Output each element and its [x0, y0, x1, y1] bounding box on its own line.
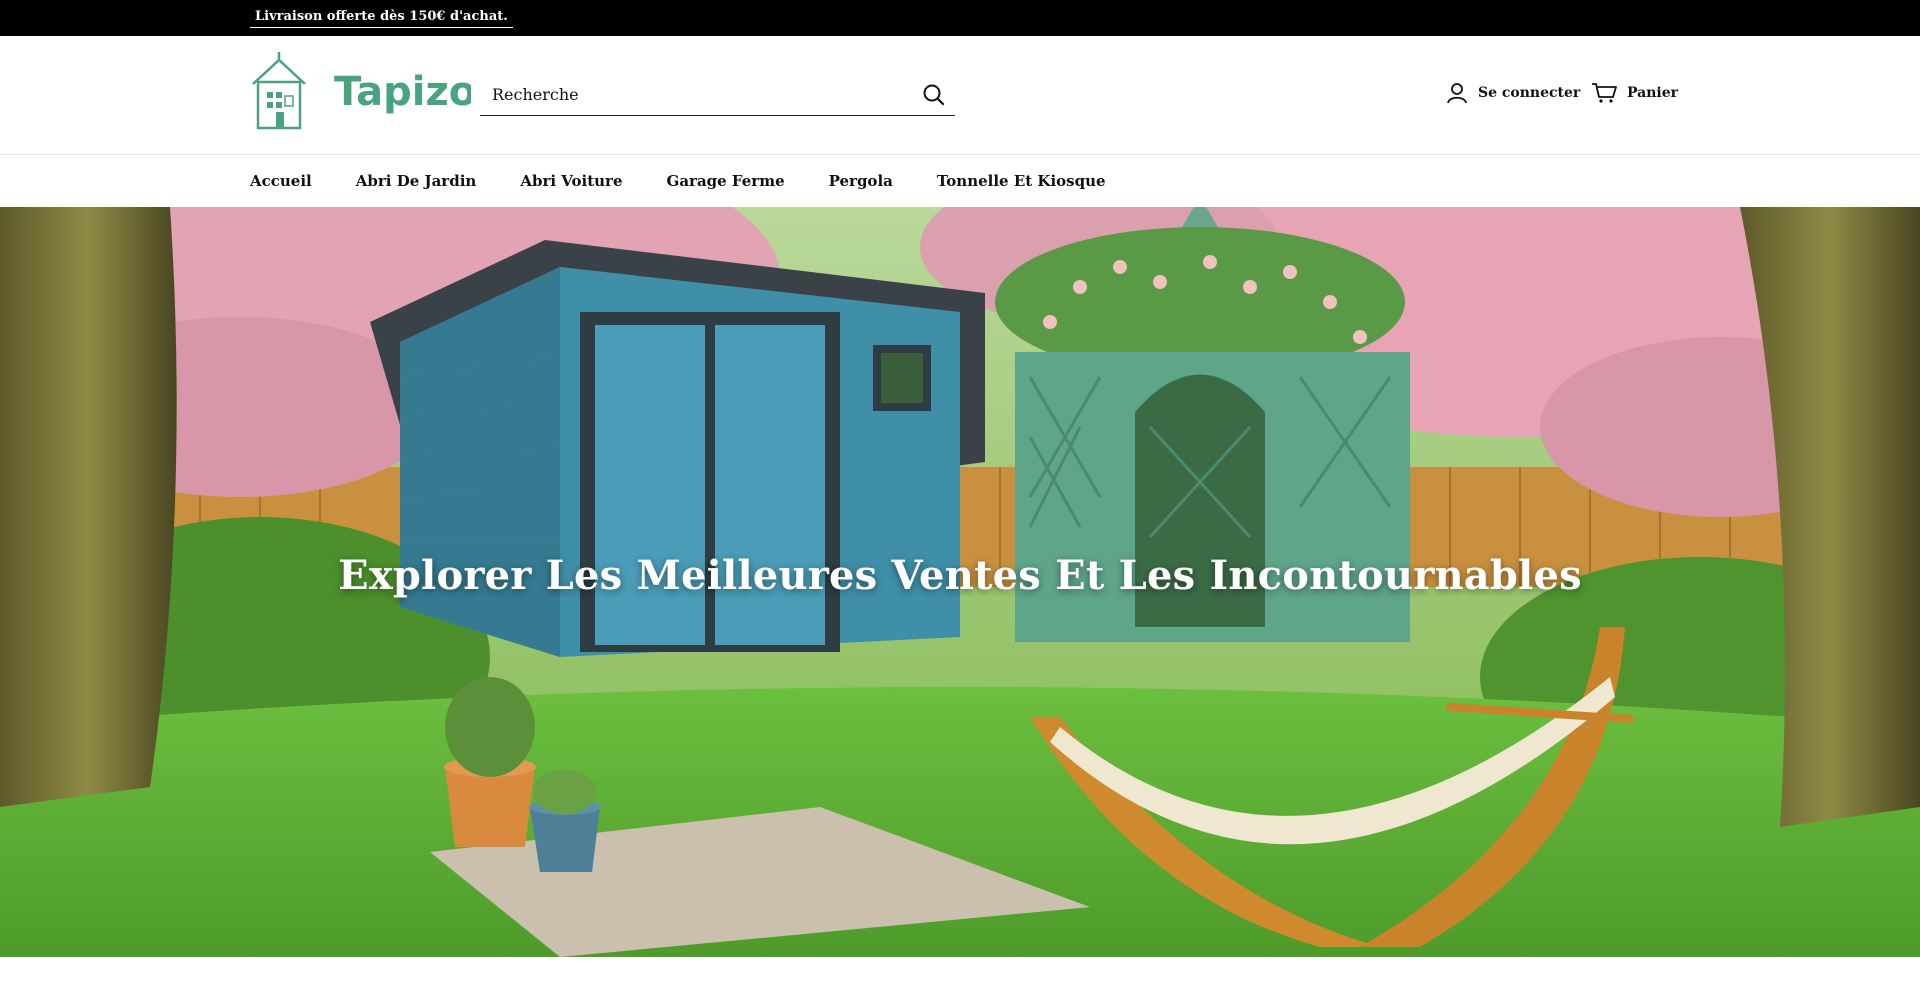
cart-icon: [1592, 83, 1617, 103]
nav-list: Accueil Abri De Jardin Abri Voiture Gara…: [250, 155, 1150, 207]
main-nav: Accueil Abri De Jardin Abri Voiture Gara…: [0, 155, 1920, 207]
announcement-bar: Livraison offerte dès 150€ d'achat.: [0, 0, 1920, 36]
hero-title: Explorer Les Meilleures Ventes Et Les In…: [338, 552, 1582, 599]
account-label: Se connecter: [1478, 85, 1581, 101]
search-input[interactable]: [480, 74, 900, 114]
cart-label: Panier: [1627, 85, 1679, 101]
announcement-link[interactable]: Livraison offerte dès 150€ d'achat.: [250, 9, 513, 28]
search-bar: [480, 74, 955, 116]
site-header: Tapizor Se connecter Panier: [0, 36, 1920, 155]
cart-link[interactable]: Panier: [1591, 81, 1678, 105]
nav-item-pergola[interactable]: Pergola: [829, 172, 893, 190]
user-icon: [1447, 83, 1467, 104]
search-icon: [923, 84, 945, 106]
nav-item-accueil[interactable]: Accueil: [250, 172, 312, 190]
nav-item-abri-voiture[interactable]: Abri Voiture: [520, 172, 622, 190]
logo[interactable]: Tapizor: [249, 50, 471, 130]
nav-item-abri-de-jardin[interactable]: Abri De Jardin: [356, 172, 477, 190]
nav-item-tonnelle-et-kiosque[interactable]: Tonnelle Et Kiosque: [937, 172, 1106, 190]
logo-house-icon: Tapizor: [252, 52, 471, 130]
logo-text: Tapizor: [334, 69, 471, 115]
account-link[interactable]: Se connecter: [1446, 81, 1580, 105]
hero-banner[interactable]: Explorer Les Meilleures Ventes Et Les In…: [0, 207, 1920, 957]
search-button[interactable]: [921, 82, 947, 108]
nav-item-garage-ferme[interactable]: Garage Ferme: [667, 172, 785, 190]
